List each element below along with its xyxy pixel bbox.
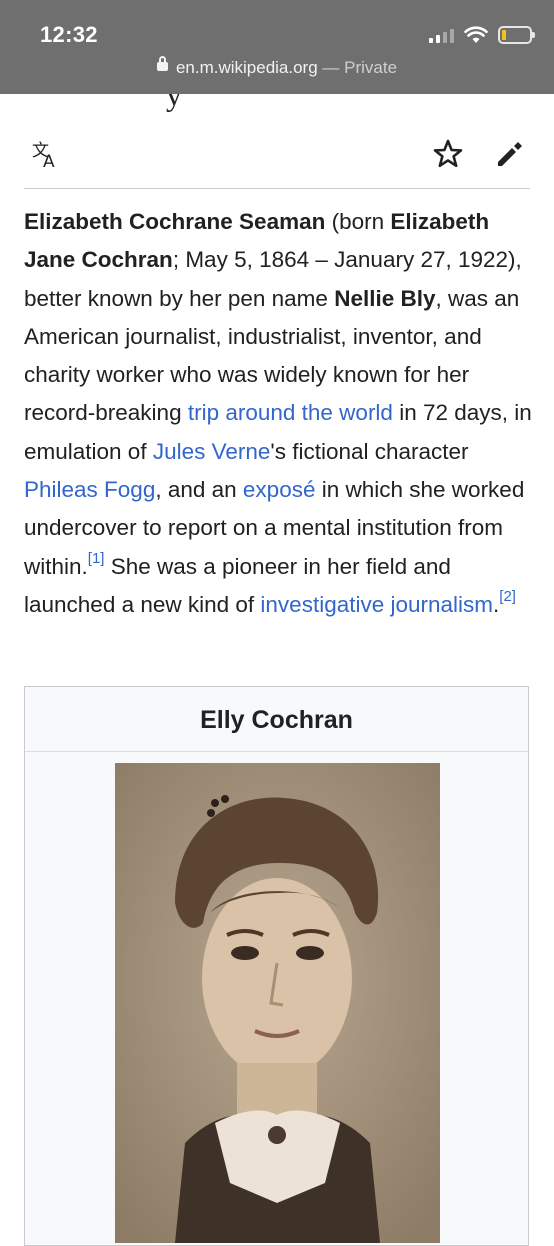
portrait-illustration xyxy=(115,763,440,1243)
battery-icon xyxy=(498,26,535,44)
lead-paragraph: Elizabeth Cochrane Seaman (born Elizabet… xyxy=(24,209,532,617)
lock-icon xyxy=(156,56,168,72)
link-expose[interactable]: exposé xyxy=(243,477,316,502)
status-time: 12:32 xyxy=(40,22,98,47)
portrait-image[interactable] xyxy=(115,763,440,1243)
link-investigative-journalism[interactable]: investigative journalism xyxy=(260,592,493,617)
reference-2[interactable]: [2] xyxy=(499,588,516,605)
svg-text:A: A xyxy=(43,152,55,170)
article-lead: Elizabeth Cochrane Seaman (born Elizabet… xyxy=(24,203,532,624)
url-bar[interactable]: en.m.wikipedia.org — Private xyxy=(0,56,554,78)
system-icons xyxy=(429,20,535,50)
wifi-icon xyxy=(464,26,488,43)
pen-name: Nellie Bly xyxy=(334,285,436,311)
translate-icon[interactable]: 文 A xyxy=(30,138,62,170)
url-text: en.m.wikipedia.org xyxy=(175,58,318,77)
page-actions-toolbar: 文 A xyxy=(24,120,530,189)
private-mode-label: Private xyxy=(344,58,398,77)
link-phileas-fogg[interactable]: Phileas Fogg xyxy=(24,477,155,502)
infobox-title: Elly Cochran xyxy=(25,687,528,752)
link-jules-verne[interactable]: Jules Verne xyxy=(153,439,271,464)
subject-name: Elizabeth Cochrane Seaman xyxy=(24,209,326,234)
pencil-icon[interactable] xyxy=(494,138,526,170)
infobox: Elly Cochran xyxy=(24,686,529,1246)
browser-status-bar: 12:32 en.m.wikipedia.org — Private xyxy=(0,0,554,94)
star-icon[interactable] xyxy=(432,138,464,170)
link-trip-around-the-world[interactable]: trip around the world xyxy=(188,400,393,425)
cellular-signal-icon xyxy=(429,27,454,43)
reference-1[interactable]: [1] xyxy=(88,550,105,567)
